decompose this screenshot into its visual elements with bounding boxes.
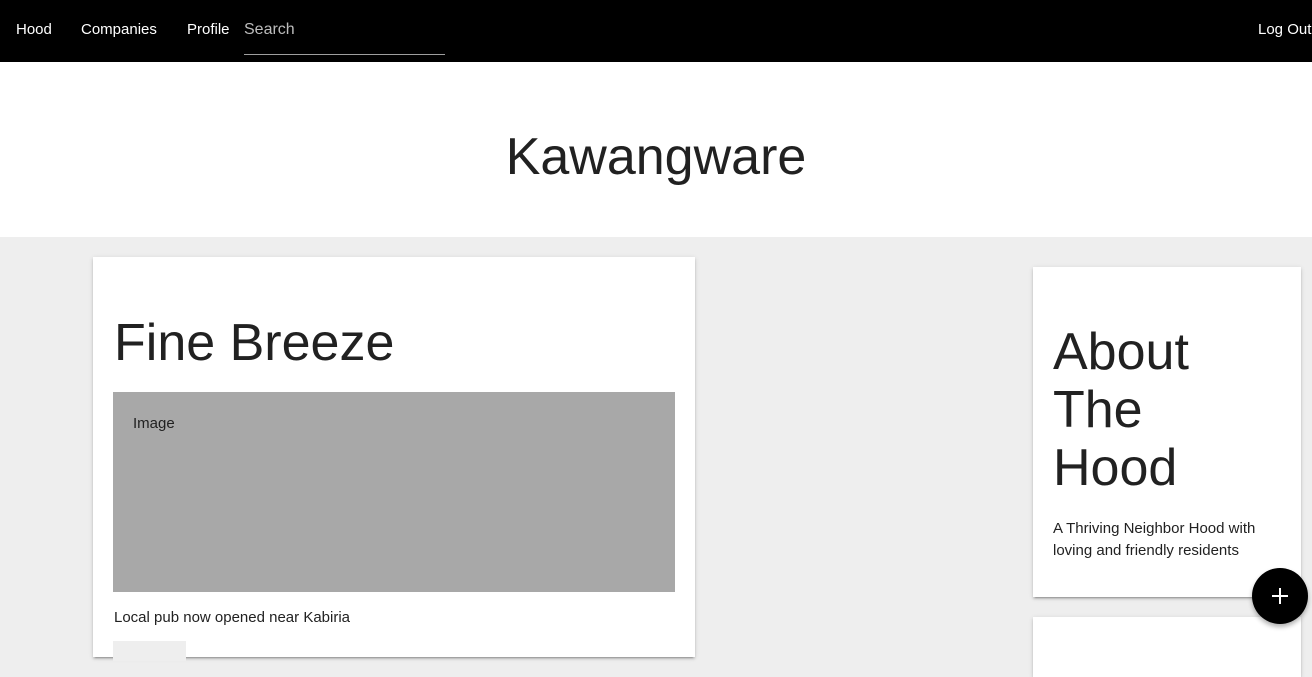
search-input[interactable] — [244, 20, 444, 40]
add-button[interactable] — [1252, 568, 1308, 624]
about-description: A Thriving Neighbor Hood with loving and… — [1053, 520, 1256, 559]
post-card: Fine Breeze Image Local pub now opened n… — [93, 257, 695, 661]
post-description: Local pub now opened near Kabiria — [114, 609, 351, 626]
hero-banner: Kawangware — [0, 62, 1312, 237]
plus-icon — [1272, 588, 1288, 604]
post-title: Fine Breeze — [114, 314, 395, 372]
nav-link-profile[interactable]: Profile — [187, 21, 230, 38]
nav-link-companies[interactable]: Companies — [81, 21, 157, 38]
about-card: About The Hood A Thriving Neighbor Hood … — [1033, 267, 1301, 597]
top-navbar: Hood Companies Profile Log Out — [0, 0, 1312, 62]
page-title: Kawangware — [505, 128, 807, 186]
post-action-button[interactable] — [113, 641, 186, 661]
logout-link[interactable]: Log Out — [1258, 21, 1311, 38]
about-title: About The Hood — [1053, 323, 1189, 497]
post-image: Image — [113, 392, 675, 592]
nav-link-hood[interactable]: Hood — [16, 21, 52, 38]
secondary-card — [1033, 617, 1301, 677]
search-field — [244, 14, 445, 55]
post-image-alt-text: Image — [133, 415, 175, 432]
